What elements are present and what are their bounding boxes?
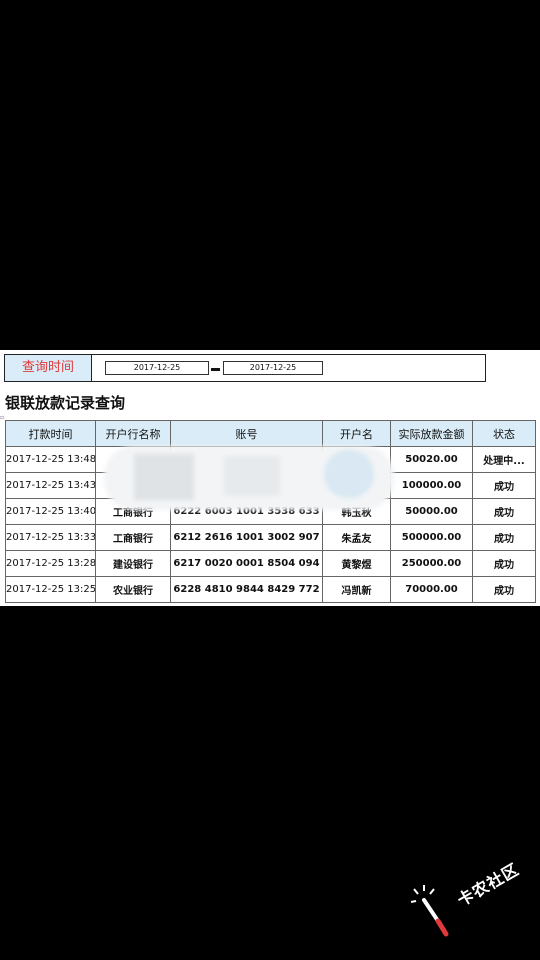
table-row: 2017-12-25 13:28 建设银行 6217 0020 0001 850… bbox=[5, 550, 536, 577]
broken-image-icon: ▫ bbox=[0, 414, 5, 421]
cell-bank: 工商银行 bbox=[95, 524, 171, 551]
cell-bank: 农业银行 bbox=[95, 576, 171, 603]
table-row: 2017-12-25 13:33 工商银行 6212 2616 1001 300… bbox=[5, 524, 536, 551]
cell-account: 6212 2616 1001 3002 907 bbox=[170, 524, 323, 551]
col-header-bank: 开户行名称 bbox=[95, 420, 171, 447]
cell-time: 2017-12-25 13:48 bbox=[5, 446, 96, 473]
watermark-text: 卡农社区 bbox=[454, 859, 523, 910]
cell-name: 朱孟友 bbox=[322, 524, 391, 551]
cell-time: 2017-12-25 13:25 bbox=[5, 576, 96, 603]
cell-time: 2017-12-25 13:43 bbox=[5, 472, 96, 499]
cell-time: 2017-12-25 13:28 bbox=[5, 550, 96, 577]
record-panel: 查询时间 2017-12-25 2017-12-25 银联放款记录查询 ▫ 打款… bbox=[0, 350, 540, 606]
query-time-label: 查询时间 bbox=[5, 355, 92, 381]
start-date-input[interactable]: 2017-12-25 bbox=[105, 361, 209, 375]
cell-amount: 50000.00 bbox=[390, 498, 473, 525]
cell-status: 成功 bbox=[472, 550, 536, 577]
date-range-separator bbox=[211, 368, 220, 371]
cell-amount: 500000.00 bbox=[390, 524, 473, 551]
col-header-time: 打款时间 bbox=[5, 420, 96, 447]
col-header-name: 开户名 bbox=[322, 420, 391, 447]
table-header-row: 打款时间 开户行名称 账号 开户名 实际放款金额 状态 bbox=[5, 420, 536, 447]
query-bar: 查询时间 2017-12-25 2017-12-25 bbox=[4, 354, 486, 382]
watermark: 卡农社区 bbox=[410, 859, 530, 950]
magic-wand-icon bbox=[410, 885, 449, 937]
cell-amount: 70000.00 bbox=[390, 576, 473, 603]
table-row: 2017-12-25 13:25 农业银行 6228 4810 9844 842… bbox=[5, 576, 536, 603]
cell-time: 2017-12-25 13:40 bbox=[5, 498, 96, 525]
cell-status: 成功 bbox=[472, 524, 536, 551]
cell-amount: 100000.00 bbox=[390, 472, 473, 499]
cell-account: 6217 0020 0001 8504 094 bbox=[170, 550, 323, 577]
cell-amount: 250000.00 bbox=[390, 550, 473, 577]
cell-account: 6228 4810 9844 8429 772 bbox=[170, 576, 323, 603]
col-header-status: 状态 bbox=[472, 420, 536, 447]
cell-time: 2017-12-25 13:33 bbox=[5, 524, 96, 551]
col-header-amount: 实际放款金额 bbox=[390, 420, 473, 447]
cell-status: 成功 bbox=[472, 576, 536, 603]
end-date-input[interactable]: 2017-12-25 bbox=[223, 361, 323, 375]
cell-status: 成功 bbox=[472, 498, 536, 525]
page-title: 银联放款记录查询 bbox=[5, 394, 126, 412]
cell-amount: 50020.00 bbox=[390, 446, 473, 473]
cell-status: 成功 bbox=[472, 472, 536, 499]
redaction-blur bbox=[104, 446, 394, 510]
cell-bank: 建设银行 bbox=[95, 550, 171, 577]
cell-name: 冯凯新 bbox=[322, 576, 391, 603]
cell-status: 处理中... bbox=[472, 446, 536, 473]
cell-name: 黄黎煜 bbox=[322, 550, 391, 577]
col-header-account: 账号 bbox=[170, 420, 323, 447]
